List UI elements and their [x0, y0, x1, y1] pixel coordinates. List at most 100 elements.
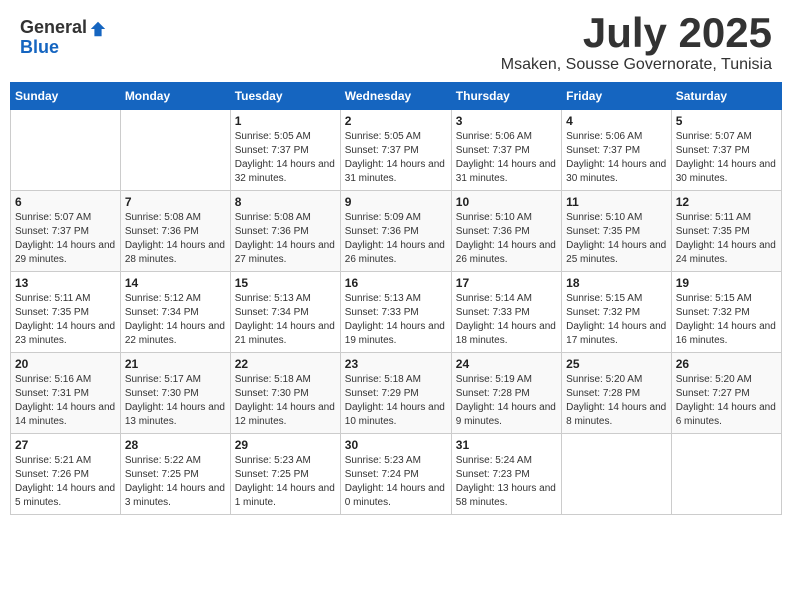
- day-number: 25: [566, 357, 667, 371]
- day-cell: 6 Sunrise: 5:07 AMSunset: 7:37 PMDaylight…: [11, 191, 121, 272]
- day-cell: [11, 110, 121, 191]
- day-info: Sunrise: 5:22 AMSunset: 7:25 PMDaylight:…: [125, 454, 226, 510]
- day-info: Sunrise: 5:14 AMSunset: 7:33 PMDaylight:…: [456, 292, 557, 348]
- day-info: Sunrise: 5:05 AMSunset: 7:37 PMDaylight:…: [345, 130, 447, 186]
- day-info: Sunrise: 5:10 AMSunset: 7:35 PMDaylight:…: [566, 211, 667, 267]
- day-cell: 14 Sunrise: 5:12 AMSunset: 7:34 PMDayligh…: [120, 272, 230, 353]
- day-number: 12: [676, 195, 777, 209]
- day-number: 31: [456, 438, 557, 452]
- day-cell: [671, 434, 781, 515]
- day-cell: 18 Sunrise: 5:15 AMSunset: 7:32 PMDayligh…: [562, 272, 672, 353]
- day-cell: 2 Sunrise: 5:05 AMSunset: 7:37 PMDaylight…: [340, 110, 451, 191]
- calendar: SundayMondayTuesdayWednesdayThursdayFrid…: [10, 82, 782, 515]
- day-number: 10: [456, 195, 557, 209]
- day-info: Sunrise: 5:23 AMSunset: 7:25 PMDaylight:…: [235, 454, 336, 510]
- day-number: 11: [566, 195, 667, 209]
- day-number: 21: [125, 357, 226, 371]
- day-number: 18: [566, 276, 667, 290]
- day-cell: 5 Sunrise: 5:07 AMSunset: 7:37 PMDaylight…: [671, 110, 781, 191]
- logo: General Blue: [20, 18, 107, 58]
- day-cell: 21 Sunrise: 5:17 AMSunset: 7:30 PMDayligh…: [120, 353, 230, 434]
- day-number: 26: [676, 357, 777, 371]
- week-row-3: 13 Sunrise: 5:11 AMSunset: 7:35 PMDayligh…: [11, 272, 782, 353]
- day-number: 16: [345, 276, 447, 290]
- day-number: 19: [676, 276, 777, 290]
- day-info: Sunrise: 5:15 AMSunset: 7:32 PMDaylight:…: [676, 292, 777, 348]
- col-header-tuesday: Tuesday: [230, 83, 340, 110]
- day-info: Sunrise: 5:07 AMSunset: 7:37 PMDaylight:…: [15, 211, 116, 267]
- day-number: 22: [235, 357, 336, 371]
- day-info: Sunrise: 5:09 AMSunset: 7:36 PMDaylight:…: [345, 211, 447, 267]
- day-cell: [562, 434, 672, 515]
- day-cell: 11 Sunrise: 5:10 AMSunset: 7:35 PMDayligh…: [562, 191, 672, 272]
- day-info: Sunrise: 5:05 AMSunset: 7:37 PMDaylight:…: [235, 130, 336, 186]
- week-row-1: 1Sunrise: 5:05 AMSunset: 7:37 PMDaylight…: [11, 110, 782, 191]
- day-info: Sunrise: 5:06 AMSunset: 7:37 PMDaylight:…: [566, 130, 667, 186]
- day-number: 6: [15, 195, 116, 209]
- calendar-header-row: SundayMondayTuesdayWednesdayThursdayFrid…: [11, 83, 782, 110]
- day-info: Sunrise: 5:23 AMSunset: 7:24 PMDaylight:…: [345, 454, 447, 510]
- day-info: Sunrise: 5:19 AMSunset: 7:28 PMDaylight:…: [456, 373, 557, 429]
- day-info: Sunrise: 5:06 AMSunset: 7:37 PMDaylight:…: [456, 130, 557, 186]
- day-cell: 31 Sunrise: 5:24 AMSunset: 7:23 PMDayligh…: [451, 434, 561, 515]
- day-cell: 19 Sunrise: 5:15 AMSunset: 7:32 PMDayligh…: [671, 272, 781, 353]
- col-header-wednesday: Wednesday: [340, 83, 451, 110]
- day-number: 9: [345, 195, 447, 209]
- logo-general: General: [20, 17, 87, 37]
- day-cell: 4 Sunrise: 5:06 AMSunset: 7:37 PMDaylight…: [562, 110, 672, 191]
- day-number: 4: [566, 114, 667, 128]
- day-number: 30: [345, 438, 447, 452]
- day-cell: 23 Sunrise: 5:18 AMSunset: 7:29 PMDayligh…: [340, 353, 451, 434]
- day-info: Sunrise: 5:24 AMSunset: 7:23 PMDaylight:…: [456, 454, 557, 510]
- day-cell: 10Sunrise: 5:10 AMSunset: 7:36 PMDayligh…: [451, 191, 561, 272]
- day-number: 15: [235, 276, 336, 290]
- day-number: 13: [15, 276, 116, 290]
- day-cell: 22Sunrise: 5:18 AMSunset: 7:30 PMDayligh…: [230, 353, 340, 434]
- day-info: Sunrise: 5:08 AMSunset: 7:36 PMDaylight:…: [125, 211, 226, 267]
- week-row-5: 27Sunrise: 5:21 AMSunset: 7:26 PMDayligh…: [11, 434, 782, 515]
- day-info: Sunrise: 5:08 AMSunset: 7:36 PMDaylight:…: [235, 211, 336, 267]
- week-row-2: 6 Sunrise: 5:07 AMSunset: 7:37 PMDaylight…: [11, 191, 782, 272]
- day-cell: 3 Sunrise: 5:06 AMSunset: 7:37 PMDaylight…: [451, 110, 561, 191]
- week-row-4: 20Sunrise: 5:16 AMSunset: 7:31 PMDayligh…: [11, 353, 782, 434]
- day-cell: 29 Sunrise: 5:23 AMSunset: 7:25 PMDayligh…: [230, 434, 340, 515]
- day-info: Sunrise: 5:07 AMSunset: 7:37 PMDaylight:…: [676, 130, 777, 186]
- day-cell: 9 Sunrise: 5:09 AMSunset: 7:36 PMDaylight…: [340, 191, 451, 272]
- col-header-monday: Monday: [120, 83, 230, 110]
- day-number: 7: [125, 195, 226, 209]
- logo-blue: Blue: [20, 38, 107, 58]
- day-cell: 27Sunrise: 5:21 AMSunset: 7:26 PMDayligh…: [11, 434, 121, 515]
- page-header: General Blue July 2025 Msaken, Sousse Go…: [10, 10, 782, 74]
- day-number: 24: [456, 357, 557, 371]
- month-title: July 2025: [501, 10, 772, 56]
- day-info: Sunrise: 5:12 AMSunset: 7:34 PMDaylight:…: [125, 292, 226, 348]
- day-cell: 30 Sunrise: 5:23 AMSunset: 7:24 PMDayligh…: [340, 434, 451, 515]
- day-number: 3: [456, 114, 557, 128]
- col-header-saturday: Saturday: [671, 83, 781, 110]
- day-number: 5: [676, 114, 777, 128]
- day-cell: 7 Sunrise: 5:08 AMSunset: 7:36 PMDaylight…: [120, 191, 230, 272]
- day-cell: [120, 110, 230, 191]
- day-info: Sunrise: 5:16 AMSunset: 7:31 PMDaylight:…: [15, 373, 116, 429]
- day-info: Sunrise: 5:17 AMSunset: 7:30 PMDaylight:…: [125, 373, 226, 429]
- col-header-thursday: Thursday: [451, 83, 561, 110]
- day-cell: 24 Sunrise: 5:19 AMSunset: 7:28 PMDayligh…: [451, 353, 561, 434]
- day-info: Sunrise: 5:11 AMSunset: 7:35 PMDaylight:…: [15, 292, 116, 348]
- day-cell: 17Sunrise: 5:14 AMSunset: 7:33 PMDayligh…: [451, 272, 561, 353]
- day-number: 14: [125, 276, 226, 290]
- day-cell: 25 Sunrise: 5:20 AMSunset: 7:28 PMDayligh…: [562, 353, 672, 434]
- day-info: Sunrise: 5:18 AMSunset: 7:29 PMDaylight:…: [345, 373, 447, 429]
- day-number: 29: [235, 438, 336, 452]
- day-info: Sunrise: 5:15 AMSunset: 7:32 PMDaylight:…: [566, 292, 667, 348]
- day-number: 8: [235, 195, 336, 209]
- day-info: Sunrise: 5:21 AMSunset: 7:26 PMDaylight:…: [15, 454, 116, 510]
- day-cell: 26Sunrise: 5:20 AMSunset: 7:27 PMDayligh…: [671, 353, 781, 434]
- day-info: Sunrise: 5:20 AMSunset: 7:28 PMDaylight:…: [566, 373, 667, 429]
- day-cell: 1Sunrise: 5:05 AMSunset: 7:37 PMDaylight…: [230, 110, 340, 191]
- day-info: Sunrise: 5:13 AMSunset: 7:33 PMDaylight:…: [345, 292, 447, 348]
- day-cell: 20Sunrise: 5:16 AMSunset: 7:31 PMDayligh…: [11, 353, 121, 434]
- logo-icon: [89, 20, 107, 38]
- day-number: 23: [345, 357, 447, 371]
- col-header-sunday: Sunday: [11, 83, 121, 110]
- day-number: 2: [345, 114, 447, 128]
